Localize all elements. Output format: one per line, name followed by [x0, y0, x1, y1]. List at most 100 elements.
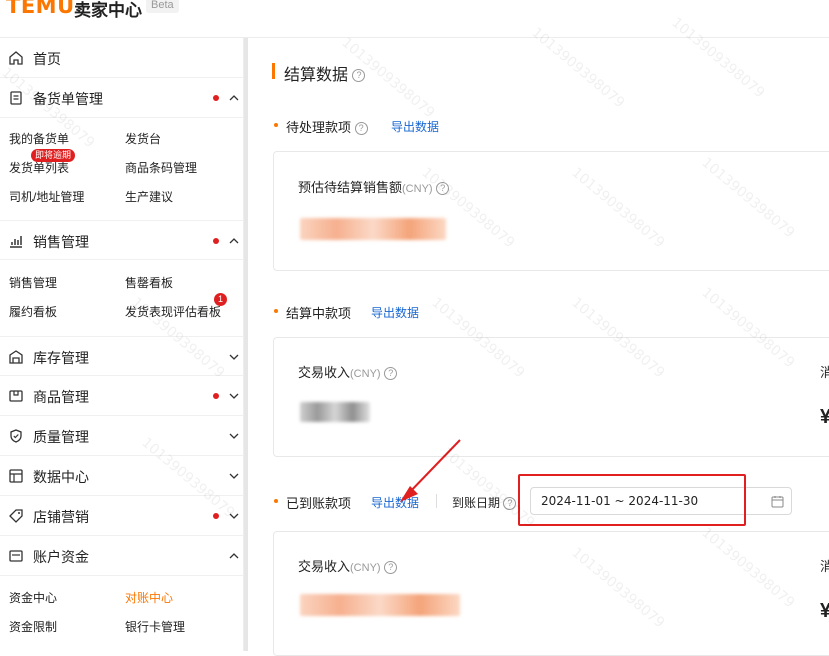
sidebar-item-products[interactable]: 商品管理 — [0, 376, 243, 416]
page-title: 结算数据 ? — [284, 61, 366, 85]
currency-unit: (CNY) — [350, 562, 381, 574]
page-title-text: 结算数据 — [284, 67, 349, 84]
help-icon[interactable]: ? — [354, 122, 368, 136]
arrived-label-text: 交易收入 — [298, 559, 351, 574]
help-icon[interactable]: ? — [352, 69, 366, 83]
sidebar-item-quality[interactable]: 质量管理 — [0, 416, 243, 456]
sidebar-item-label: 销售管理 — [33, 234, 89, 250]
arrived-income-label: 交易收入(CNY) ? — [298, 556, 398, 575]
arrived-card: 交易收入(CNY) ? 消 ¥ — [273, 531, 829, 656]
sub-driver-address[interactable]: 司机/地址管理 — [9, 188, 84, 205]
document-icon — [10, 91, 22, 105]
chevron-up-icon — [229, 95, 239, 101]
sub-shipping-evaluation-board[interactable]: 发货表现评估看板 — [125, 303, 221, 320]
chevron-down-icon — [229, 433, 239, 439]
notification-dot — [213, 513, 219, 519]
sub-barcode-management[interactable]: 商品条码管理 — [125, 159, 197, 176]
sidebar-item-label: 商品管理 — [33, 389, 89, 405]
sidebar-item-label: 备货单管理 — [33, 91, 103, 107]
sidebar-item-label: 库存管理 — [33, 350, 89, 366]
blurred-amount — [300, 402, 370, 422]
sub-shipping-desk[interactable]: 发货台 — [125, 130, 161, 147]
sub-reconciliation-center[interactable]: 对账中心 — [125, 589, 173, 606]
currency-unit: (CNY) — [402, 183, 433, 195]
calendar-icon — [771, 496, 784, 508]
sub-fulfillment-board[interactable]: 履约看板 — [9, 303, 57, 320]
sidebar-item-data-center[interactable]: 数据中心 — [0, 456, 243, 496]
seller-center-title: 卖家中心 — [74, 1, 142, 20]
cut-off-label: 消 — [820, 365, 829, 380]
blurred-amount — [300, 594, 460, 616]
sub-my-stock-orders[interactable]: 我的备货单 — [9, 130, 69, 147]
main-content: 结算数据 ? 待处理款项 ? 导出数据 预估待结算销售额(CNY) ? 结算中款… — [248, 38, 829, 656]
help-icon[interactable]: ? — [436, 182, 450, 196]
help-icon[interactable]: ? — [503, 497, 517, 511]
warehouse-icon — [9, 350, 23, 364]
notification-dot — [213, 393, 219, 399]
title-accent-bar — [272, 63, 275, 79]
settling-income-label: 交易收入(CNY) ? — [298, 362, 398, 381]
chevron-up-icon — [229, 553, 239, 559]
currency-unit: (CNY) — [350, 368, 381, 380]
count-badge: 1 — [214, 293, 227, 306]
chevron-down-icon — [229, 393, 239, 399]
chevron-down-icon — [229, 354, 239, 360]
sub-fund-limits[interactable]: 资金限制 — [9, 618, 57, 635]
temu-logo[interactable]: TEMU — [6, 0, 75, 18]
data-icon — [9, 469, 23, 483]
sidebar-item-label: 账户资金 — [33, 549, 89, 565]
settling-label-text: 交易收入 — [298, 365, 351, 380]
sidebar-item-home[interactable]: 首页 — [0, 38, 243, 78]
sidebar-item-label: 质量管理 — [33, 429, 89, 445]
chevron-down-icon — [229, 473, 239, 479]
pending-label-text: 预估待结算销售额 — [298, 180, 403, 195]
pending-export-link[interactable]: 导出数据 — [391, 118, 439, 135]
sidebar-item-label: 数据中心 — [33, 469, 89, 485]
cut-off-label: 消 — [820, 559, 829, 574]
top-bar: TEMU 卖家中心 Beta — [0, 0, 829, 38]
annotation-arrow-icon — [400, 439, 461, 502]
shield-icon — [10, 429, 22, 443]
blurred-amount — [300, 218, 446, 240]
help-icon[interactable]: ? — [384, 561, 398, 575]
cut-off-amount: ¥ — [820, 600, 829, 622]
help-icon[interactable]: ? — [384, 367, 398, 381]
sub-sellout-board[interactable]: 售罄看板 — [125, 274, 173, 291]
pending-title-text: 待处理款项 — [286, 120, 352, 135]
sidebar-item-account-funds[interactable]: 账户资金 — [0, 536, 243, 576]
sub-production-advice[interactable]: 生产建议 — [125, 188, 173, 205]
sidebar-item-label: 首页 — [33, 51, 61, 67]
sidebar-item-inventory[interactable]: 库存管理 — [0, 336, 243, 376]
product-icon — [9, 390, 23, 402]
arrived-section-title: 已到账款项 — [286, 496, 352, 511]
sub-sales-management[interactable]: 销售管理 — [9, 274, 57, 291]
pending-card: 预估待结算销售额(CNY) ? — [273, 151, 829, 271]
sidebar-item-marketing[interactable]: 店铺营销 — [0, 496, 243, 536]
section-dot — [274, 123, 278, 127]
settling-card: 交易收入(CNY) ? 消 ¥ — [273, 337, 829, 457]
section-dot — [274, 309, 278, 313]
bar-chart-icon — [10, 236, 22, 248]
settling-section-title: 结算中款项 — [286, 306, 352, 321]
wallet-icon — [9, 550, 23, 562]
sub-fund-center[interactable]: 资金中心 — [9, 589, 57, 606]
notification-dot — [213, 238, 219, 244]
sidebar-item-sales[interactable]: 销售管理 — [0, 220, 243, 260]
sidebar-item-label: 店铺营销 — [33, 509, 89, 525]
cut-off-amount: ¥ — [820, 406, 829, 428]
settling-export-link[interactable]: 导出数据 — [371, 304, 419, 321]
overdue-badge: 即将逾期 — [31, 149, 76, 162]
home-icon — [9, 51, 23, 65]
sidebar: 首页 备货单管理 我的备货单 发货台 发货单列表 即将逾期 商品条码管理 司机/… — [0, 38, 244, 651]
chevron-down-icon — [229, 513, 239, 519]
sub-bank-card-management[interactable]: 银行卡管理 — [125, 618, 185, 635]
sidebar-item-stock-orders[interactable]: 备货单管理 — [0, 78, 243, 118]
highlight-box — [518, 474, 746, 526]
chevron-up-icon — [229, 238, 239, 244]
notification-dot — [213, 95, 219, 101]
pending-section-title: 待处理款项 ? — [286, 117, 368, 136]
beta-badge: Beta — [146, 0, 179, 13]
tag-icon — [9, 509, 23, 523]
section-dot — [274, 499, 278, 503]
pending-amount-label: 预估待结算销售额(CNY) ? — [298, 177, 450, 196]
